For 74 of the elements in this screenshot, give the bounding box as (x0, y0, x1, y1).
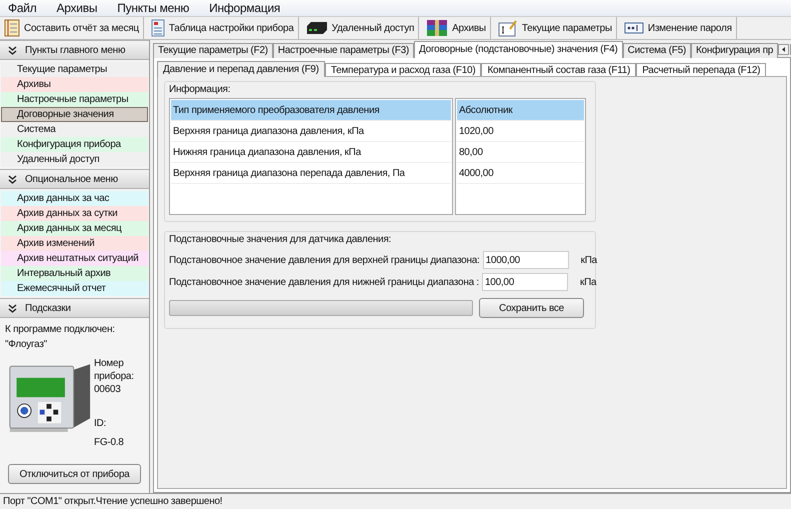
field-label: Подстановочное значение давления для нижней границы диапазона : (169, 276, 479, 290)
collapse-chevron-icon[interactable] (8, 174, 17, 184)
text-edit-icon (498, 19, 518, 37)
sidebar-item[interactable]: Архивы (1, 77, 148, 92)
collapse-chevron-icon[interactable] (8, 304, 17, 312)
device-number: 00603 (94, 383, 122, 396)
table-cell[interactable]: Тип применяемого преобразователя давления (171, 100, 451, 121)
sidebar-item[interactable]: Удаленный доступ (1, 152, 148, 167)
sidebar-item[interactable]: Ежемесячный отчет (1, 281, 148, 296)
sidebar-item[interactable]: Конфигурация прибора (1, 137, 148, 152)
archive-icon (426, 19, 448, 37)
value-input[interactable]: 100,00 (482, 273, 568, 291)
group-title: Подстановочные значения для датчика давления: (169, 233, 392, 247)
modem-icon (306, 21, 328, 35)
table-cell[interactable]: Верхняя граница диапазона давления, кПа (171, 121, 451, 142)
table-cell[interactable]: 1020,00 (457, 121, 584, 142)
main-tab[interactable]: Настроечные параметры (F3) (272, 43, 414, 58)
sidebar-item[interactable]: Настроечные параметры (1, 92, 148, 107)
table-cell[interactable]: Абсолютник (457, 100, 584, 121)
disconnect-button[interactable]: Отключиться от прибора (8, 464, 141, 484)
password-field-icon (624, 21, 644, 35)
section-title: Опциональное меню (25, 172, 118, 186)
toolbar-button[interactable]: Удаленный доступ (302, 17, 420, 39)
group-title: Информация: (169, 83, 232, 97)
device-name: "Флоугаз" (5, 338, 48, 352)
menu-item[interactable]: Информация (205, 0, 284, 17)
section-title: Подсказки (25, 302, 71, 316)
section-title: Пункты главного меню (25, 44, 126, 58)
toolbar-button[interactable]: Изменение пароля (620, 17, 737, 39)
section-header[interactable]: Опциональное меню (0, 169, 149, 189)
section-header[interactable]: Подсказки (0, 298, 149, 318)
table-cell[interactable]: 4000,00 (457, 163, 584, 184)
sidebar-item[interactable]: Система (1, 122, 148, 137)
sidebar-item[interactable]: Архив изменений (1, 236, 148, 251)
main-tab[interactable]: Система (F5) (622, 43, 691, 58)
table-cell[interactable]: Верхняя граница диапазона перепада давления, Па (171, 163, 451, 184)
table-cell[interactable]: Нижняя граница диапазона давления, кПа (171, 142, 451, 163)
main-tab[interactable]: Текущие параметры (F2) (153, 43, 273, 58)
document-icon (150, 19, 165, 37)
collapse-chevron-icon[interactable] (8, 46, 17, 54)
sub-tab[interactable]: Температура и расход газа (F10) (324, 63, 482, 77)
sidebar-item[interactable]: Договорные значения (1, 107, 148, 122)
sidebar-item[interactable]: Архив данных за час (1, 191, 148, 206)
main-tab[interactable]: Конфигурация пр (690, 43, 778, 58)
menu-item[interactable]: Пункты меню (113, 0, 194, 17)
sidebar-item[interactable]: Архив данных за месяц (1, 221, 148, 236)
sidebar-item[interactable]: Интервальный архив (1, 266, 148, 281)
toolbar-button[interactable]: Таблица настройки прибора (146, 17, 299, 39)
status-bar: Порт "COM1" открыт.Чтение успешно завершено! (0, 493, 791, 509)
toolbar-button[interactable]: Текущие параметры (494, 17, 617, 39)
sub-tab[interactable]: Компанентный состав газа (F11) (481, 63, 636, 77)
menu-item[interactable]: Файл (4, 0, 41, 17)
save-all-button[interactable]: Сохранить все (479, 298, 584, 318)
field-label: Подстановочное значение давления для верхней границы диапазона: (169, 254, 480, 268)
table-cell[interactable]: 80,00 (457, 142, 584, 163)
section-header[interactable]: Пункты главного меню (0, 40, 149, 60)
device-id-label: ID: (94, 417, 108, 431)
sidebar-item[interactable]: Архив данных за сутки (1, 206, 148, 221)
sub-tab[interactable]: Расчетный перепада (F12) (636, 63, 766, 77)
menu-item[interactable]: Архивы (52, 0, 102, 17)
unit-label: кПа (580, 254, 597, 268)
unit-label: кПа (580, 276, 596, 290)
sub-tab[interactable]: Давление и перепад давления (F9) (157, 61, 325, 77)
sidebar-item[interactable]: Архив нештатных ситуаций (1, 251, 148, 266)
toolbar-button[interactable]: Составить отчёт за месяц (0, 17, 144, 39)
device-number-label: Номер прибора: (94, 357, 135, 383)
sidebar-item[interactable]: Текущие параметры (1, 62, 148, 77)
notebook-icon (4, 19, 20, 37)
scroll-left-icon[interactable] (778, 44, 790, 55)
value-input[interactable]: 1000,00 (482, 251, 569, 269)
connection-text: К программе подключен: (5, 323, 116, 337)
toolbar-button[interactable]: Архивы (422, 17, 491, 39)
main-tab[interactable]: Договорные (подстановочные) значения (F4) (414, 41, 623, 58)
device-id: FG-0.8 (94, 436, 125, 450)
